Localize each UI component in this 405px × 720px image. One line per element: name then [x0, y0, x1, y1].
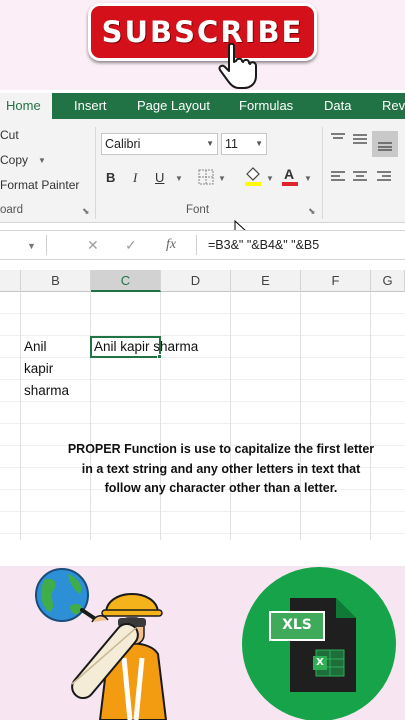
xls-logo-text: XLS: [282, 617, 312, 633]
font-name-select[interactable]: Calibri ▼: [101, 133, 218, 155]
align-top-icon[interactable]: [330, 132, 346, 146]
cell-b5[interactable]: sharma: [24, 380, 69, 402]
select-all-corner[interactable]: [0, 270, 21, 292]
align-bottom-button[interactable]: [372, 131, 398, 157]
cell-b4[interactable]: kapir: [24, 358, 53, 380]
align-right-icon[interactable]: [376, 170, 392, 184]
cell-grid[interactable]: [0, 292, 405, 540]
chevron-down-icon: ▼: [206, 139, 214, 148]
copy-button[interactable]: Copy: [0, 153, 28, 167]
name-box-dropdown-icon[interactable]: ▼: [27, 241, 36, 251]
column-header[interactable]: F: [301, 270, 371, 292]
cell-b3[interactable]: Anil: [24, 336, 47, 358]
font-size-value: 11: [225, 137, 238, 151]
ribbon-separator: [95, 127, 96, 219]
engineer-illustration: [35, 568, 168, 720]
format-painter-button[interactable]: Format Painter: [0, 178, 79, 192]
xls-sheet-letter: X: [316, 657, 324, 668]
align-left-icon[interactable]: [330, 170, 346, 184]
chevron-down-icon: ▼: [255, 139, 263, 148]
clipboard-group-label: oard: [0, 204, 24, 216]
svg-text:A: A: [284, 166, 294, 182]
column-header[interactable]: D: [161, 270, 231, 292]
column-header[interactable]: E: [231, 270, 301, 292]
tab-data[interactable]: Data: [324, 93, 351, 119]
font-launcher-icon[interactable]: ⬊: [308, 206, 316, 217]
ribbon: Cut Copy ▼ Format Painter oard ⬊ Calibri…: [0, 119, 405, 223]
ribbon-tab-bar: Home Insert Page Layout Formulas Data Re…: [0, 93, 405, 119]
bottom-illustration: [35, 567, 396, 720]
cut-button[interactable]: Cut: [0, 128, 19, 142]
formula-bar-separator: [46, 235, 47, 255]
column-header-active[interactable]: C: [91, 270, 161, 292]
ribbon-separator: [322, 127, 323, 219]
align-bottom-icon: [378, 142, 392, 151]
subscribe-label: SUBSCRIBE: [101, 15, 304, 49]
tab-home[interactable]: Home: [0, 93, 52, 119]
column-header[interactable]: G: [371, 270, 405, 292]
borders-icon[interactable]: [198, 169, 214, 185]
tab-formulas[interactable]: Formulas: [239, 93, 293, 119]
fill-color-icon[interactable]: [243, 165, 263, 187]
caption-text: PROPER Function is use to capitalize the…: [67, 442, 375, 495]
clipboard-launcher-icon[interactable]: ⬊: [82, 206, 90, 217]
tab-insert[interactable]: Insert: [74, 93, 107, 119]
italic-button[interactable]: I: [133, 169, 137, 187]
enter-icon[interactable]: ✓: [125, 237, 137, 254]
align-middle-icon[interactable]: [352, 132, 368, 146]
font-color-dropdown-icon[interactable]: ▼: [304, 174, 312, 183]
underline-dropdown-icon[interactable]: ▼: [175, 174, 183, 183]
underline-button[interactable]: U: [155, 169, 164, 187]
align-center-icon[interactable]: [352, 170, 368, 184]
font-name-value: Calibri: [105, 137, 141, 151]
borders-dropdown-icon[interactable]: ▼: [218, 174, 226, 183]
fill-color-dropdown-icon[interactable]: ▼: [266, 174, 274, 183]
formula-bar-separator: [196, 235, 197, 255]
insert-function-icon[interactable]: fx: [166, 237, 176, 253]
pointing-hand-icon: [218, 42, 257, 89]
copy-dropdown-icon[interactable]: ▼: [38, 156, 46, 165]
subscribe-button[interactable]: SUBSCRIBE: [88, 3, 317, 61]
formula-input[interactable]: =B3&" "&B4&" "&B5: [208, 238, 319, 252]
xls-logo: [242, 567, 396, 720]
formula-bar: ▼ ✕ ✓ fx =B3&" "&B4&" "&B5: [0, 230, 405, 260]
tab-review[interactable]: Revi: [382, 93, 405, 119]
cancel-icon[interactable]: ✕: [87, 237, 99, 254]
tab-page-layout[interactable]: Page Layout: [137, 93, 210, 119]
font-color-icon[interactable]: A: [281, 165, 299, 187]
column-header[interactable]: B: [21, 270, 91, 292]
column-headers: B C D E F G: [0, 270, 405, 292]
bold-button[interactable]: B: [106, 169, 115, 187]
font-group-label: Font: [186, 204, 210, 216]
cell-c3[interactable]: Anil kapir sharma: [94, 336, 198, 358]
font-size-select[interactable]: 11 ▼: [221, 133, 267, 155]
